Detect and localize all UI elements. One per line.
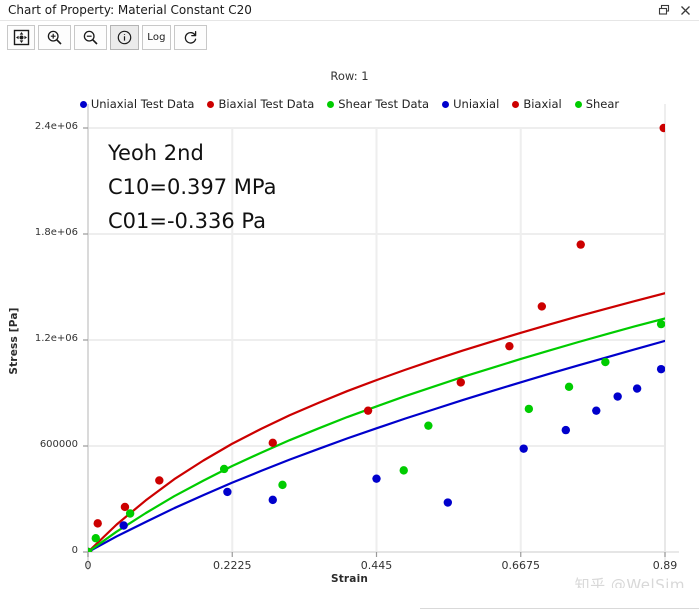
zoom-out-icon <box>83 30 98 45</box>
data-point <box>564 382 574 392</box>
y-axis-tick-label: 1.2e+06 <box>34 333 78 344</box>
data-point <box>613 392 622 401</box>
zoom-out-button[interactable] <box>74 25 107 50</box>
data-point <box>399 466 408 475</box>
zoom-in-button[interactable] <box>38 25 71 50</box>
data-point <box>524 404 534 414</box>
data-point <box>505 341 514 351</box>
y-axis-tick-label: 2.4e+06 <box>34 121 78 132</box>
data-point <box>223 487 232 497</box>
x-axis-tick-label: 0.89 <box>652 559 678 572</box>
data-point <box>632 384 642 393</box>
refresh-icon <box>184 30 197 44</box>
refresh-button[interactable] <box>174 25 207 50</box>
data-point <box>268 495 277 505</box>
plot-area: Stress [Pa] Strain 0 600000 1.2e+06 1.8e+06… <box>0 52 699 588</box>
data-point <box>519 444 528 453</box>
watermark: 知乎 @WelSim <box>574 576 685 588</box>
window-titlebar: Chart of Property: Material Constant C20 <box>0 0 699 21</box>
data-point <box>155 476 164 485</box>
annotation-line-c10: C10=0.397 MPa <box>108 175 277 199</box>
data-point <box>120 502 130 512</box>
data-point <box>278 480 287 490</box>
x-axis-tick-label: 0.6675 <box>501 559 541 572</box>
annotation-line-model: Yeoh 2nd <box>108 141 204 165</box>
plot-svg <box>83 104 679 570</box>
y-axis-tick-label: 0 <box>71 545 78 556</box>
window-bottom-strip <box>0 588 699 613</box>
log-scale-label: Log <box>147 32 166 43</box>
x-axis-tick-label: 0.2225 <box>213 559 252 572</box>
data-point <box>125 509 135 518</box>
data-point <box>219 464 229 474</box>
data-point <box>93 519 102 528</box>
data-point <box>561 425 571 435</box>
data-point <box>659 123 665 133</box>
data-point <box>592 406 601 415</box>
x-axis-tick-label: 0 <box>84 559 92 572</box>
data-point <box>268 438 277 448</box>
info-button[interactable] <box>110 25 139 50</box>
window-title: Chart of Property: Material Constant C20 <box>8 3 252 17</box>
data-point <box>656 364 665 374</box>
zoom-in-icon <box>47 30 62 45</box>
data-point <box>656 319 665 329</box>
fit-to-window-button[interactable] <box>7 25 35 50</box>
model-annotation: Yeoh 2nd C10=0.397 MPa C01=-0.336 Pa <box>108 136 276 238</box>
chart-toolbar: Log <box>0 21 699 52</box>
y-axis-tick-label: 1.8e+06 <box>34 227 78 238</box>
x-axis-tick-label: 0.445 <box>360 559 393 572</box>
data-point <box>119 521 128 530</box>
annotation-line-c01: C01=-0.336 Pa <box>108 209 266 233</box>
chart-window: Chart of Property: Material Constant C20 <box>0 0 699 613</box>
data-point <box>576 240 585 249</box>
y-axis-tick-label: 600000 <box>39 439 78 450</box>
info-circle-icon <box>117 30 132 45</box>
fit-to-window-icon <box>13 29 29 46</box>
restore-icon[interactable] <box>656 2 673 19</box>
data-point <box>537 302 547 311</box>
data-point <box>372 474 381 483</box>
data-point <box>363 406 373 415</box>
bottom-divider <box>420 608 699 609</box>
log-scale-button[interactable]: Log <box>142 25 171 50</box>
chart-canvas: Row: 1 Uniaxial Test Data Biaxial Test Da… <box>0 52 699 588</box>
data-point <box>91 534 100 543</box>
data-point <box>424 421 433 430</box>
data-point <box>443 498 453 507</box>
data-point <box>601 357 610 367</box>
data-point <box>456 378 465 387</box>
close-icon[interactable] <box>677 2 694 19</box>
